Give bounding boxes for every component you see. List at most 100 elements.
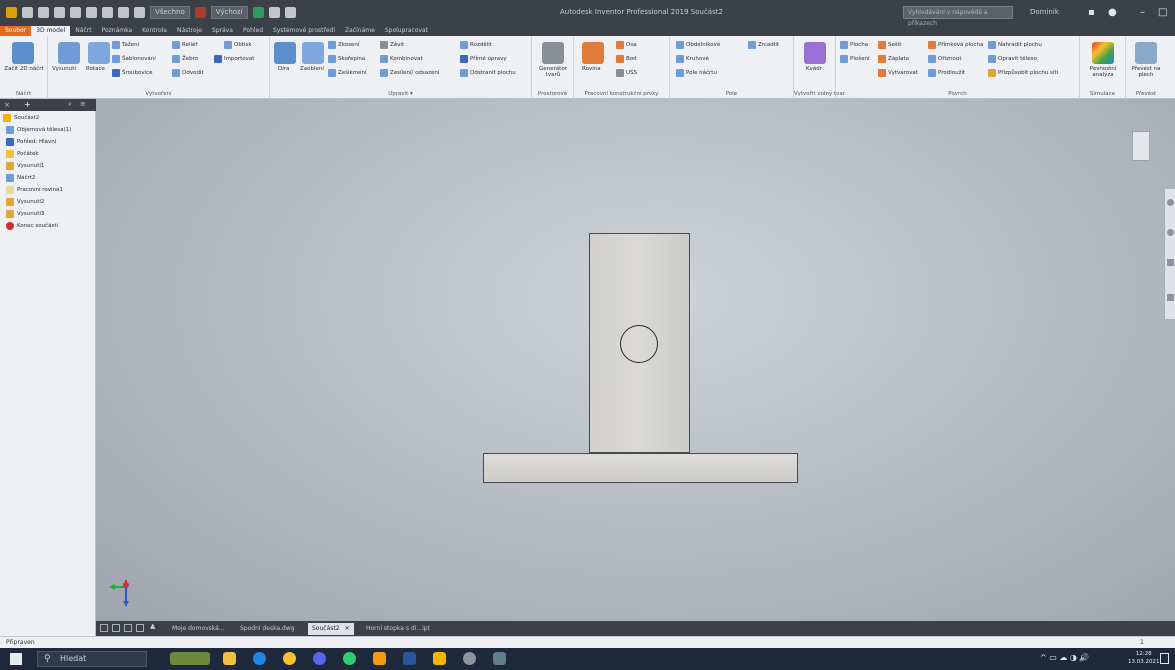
stitch-button[interactable]: Sešít	[878, 41, 901, 49]
help-search-input[interactable]: Vyhledávání v nápovědě a příkazech	[903, 6, 1013, 27]
start-sketch-label[interactable]: Začít 2D náčrt	[2, 66, 46, 72]
revolve-icon[interactable]	[88, 42, 110, 64]
workspace-dropdown[interactable]: Všechno	[150, 6, 190, 19]
trim-button[interactable]: Ořiznout	[928, 55, 962, 63]
shell-button[interactable]: Skořepina	[328, 55, 365, 63]
measure-icon[interactable]	[134, 7, 145, 18]
doc-tab-part2[interactable]: Součást2 ✕	[308, 623, 354, 635]
sketch-pattern-button[interactable]: Pole náčrtu	[676, 69, 717, 77]
freeform-box-label[interactable]: Kvádr	[806, 66, 822, 72]
start-sketch-icon[interactable]	[12, 42, 34, 64]
tree-item-origin[interactable]: Počátek	[6, 150, 39, 158]
stress-analysis-icon[interactable]	[1092, 42, 1114, 64]
help-icon[interactable]: ●	[1108, 7, 1117, 18]
axis-button[interactable]: Osa	[616, 41, 637, 49]
notifications-icon[interactable]	[1160, 653, 1169, 664]
part-base-plate[interactable]	[483, 453, 798, 483]
appearance-dropdown[interactable]: Výchozí	[210, 6, 248, 19]
close-browser-icon[interactable]: ×	[4, 101, 10, 109]
doc-tab-top-stem[interactable]: Horní stopka s dí...ipt	[362, 623, 434, 635]
tab-annotate[interactable]: Poznámka	[97, 26, 138, 36]
tab-manage[interactable]: Správa	[207, 26, 238, 36]
cart-icon[interactable]: ▪	[1088, 7, 1095, 18]
tile-horizontal-icon[interactable]	[100, 624, 108, 632]
extrude-label[interactable]: Vysunutí	[52, 66, 76, 72]
flatten-button[interactable]: Plošení	[840, 55, 869, 63]
save-icon[interactable]	[54, 7, 65, 18]
menu-icon[interactable]: ≡	[80, 100, 86, 108]
tree-item-extrusion3[interactable]: Vysunutí3	[6, 210, 44, 218]
select-icon[interactable]	[118, 7, 129, 18]
discord-icon[interactable]	[313, 652, 326, 665]
search-icon[interactable]: ⌕	[68, 100, 72, 109]
arrange-icon[interactable]	[136, 624, 144, 632]
doc-tab-home[interactable]: Moje domovská...	[168, 623, 229, 635]
rectangular-pattern-button[interactable]: Obdélníkové	[676, 41, 720, 49]
mirror-button[interactable]: Zrcadlit	[748, 41, 779, 49]
extrude-icon[interactable]	[58, 42, 80, 64]
inventor-icon[interactable]	[433, 652, 446, 665]
tab-inspect[interactable]: Kontrola	[137, 26, 172, 36]
viewcube[interactable]	[1132, 131, 1150, 161]
cascade-icon[interactable]	[124, 624, 132, 632]
patch-button[interactable]: Záplata	[878, 55, 909, 63]
draft-button[interactable]: Zešikmení	[328, 69, 367, 77]
emboss-button[interactable]: Reliéf	[172, 41, 197, 49]
minimize-icon[interactable]: –	[1140, 7, 1145, 18]
new-file-icon[interactable]	[22, 7, 33, 18]
tree-item-extrusion2[interactable]: Vysunutí2	[6, 198, 44, 206]
tree-item-work-plane1[interactable]: Pracovní rovina1	[6, 186, 63, 194]
tree-item-end-of-part[interactable]: Konec součásti	[6, 222, 58, 230]
patch-surface-button[interactable]: Plocha	[840, 41, 868, 49]
point-button[interactable]: Bod	[616, 55, 637, 63]
system-clock[interactable]: 12:28 13.03.2021	[1128, 650, 1160, 666]
sweep-button[interactable]: Tažení	[112, 41, 139, 49]
thicken-button[interactable]: Zesílení/ odsazení	[380, 69, 439, 77]
taskbar-search-input[interactable]: ⚲ Hledat	[37, 651, 147, 667]
3d-viewport[interactable]	[96, 99, 1175, 621]
derive-button[interactable]: Odvodit	[172, 69, 204, 77]
tree-item-extrusion1[interactable]: Vysunutí1	[6, 162, 44, 170]
doc-tab-bottom-plate[interactable]: Spodní deska.dwg	[236, 623, 299, 635]
app-icon[interactable]	[373, 652, 386, 665]
user-account[interactable]: Dominik	[1030, 8, 1059, 16]
direct-edit-button[interactable]: Přímé úpravy	[460, 55, 507, 63]
convert-to-sheet-metal-label[interactable]: Převést na plech	[1127, 66, 1165, 78]
open-file-icon[interactable]	[38, 7, 49, 18]
stress-analysis-label[interactable]: Pevnostní analýza	[1082, 66, 1124, 78]
orbit-icon[interactable]	[1167, 294, 1174, 301]
plane-icon[interactable]	[582, 42, 604, 64]
spotify-icon[interactable]	[343, 652, 356, 665]
tree-root-part[interactable]: Součást2	[3, 114, 39, 122]
pan-icon[interactable]	[1167, 229, 1174, 236]
undo-icon[interactable]	[70, 7, 81, 18]
fillet-icon[interactable]	[302, 42, 324, 64]
tab-file[interactable]: Soubor	[0, 26, 32, 36]
tray-icons[interactable]: ^ ▭ ☁ ◑ 🔊	[1040, 653, 1089, 662]
part-hole[interactable]	[620, 325, 658, 363]
app-icon-2[interactable]	[493, 652, 506, 665]
fillet-label[interactable]: Zaoblení	[300, 66, 324, 72]
sculpt-button[interactable]: Vytvarovat	[878, 69, 918, 77]
tab-sketch[interactable]: Náčrt	[70, 26, 96, 36]
tree-item-sketch2[interactable]: Náčrt2	[6, 174, 35, 182]
revolve-label[interactable]: Rotace	[86, 66, 105, 72]
tab-environments[interactable]: Systémové prostředí	[268, 26, 340, 36]
full-navigation-wheel-icon[interactable]	[1167, 199, 1174, 206]
replace-face-button[interactable]: Nahradit plochu	[988, 41, 1042, 49]
fit-mesh-face-button[interactable]: Přizpůsobit plochu síti	[988, 69, 1058, 77]
chamfer-button[interactable]: Zkosení	[328, 41, 359, 49]
shape-generator-label[interactable]: Generátor tvarů	[534, 66, 572, 78]
rib-button[interactable]: Žebro	[172, 55, 198, 63]
chrome-icon[interactable]	[283, 652, 296, 665]
home-icon[interactable]	[102, 7, 113, 18]
ucs-button[interactable]: USS	[616, 69, 637, 77]
material-icon[interactable]	[194, 7, 206, 18]
tree-item-view[interactable]: Pohled: Hlavní	[6, 138, 56, 146]
tab-collaborate[interactable]: Spolupracovat	[380, 26, 433, 36]
document-list-icon[interactable]: ▲	[150, 622, 155, 630]
import-button[interactable]: Importovat	[214, 55, 254, 63]
zoom-icon[interactable]	[1167, 259, 1174, 266]
plane-label[interactable]: Rovina	[582, 66, 601, 72]
tab-view[interactable]: Pohled	[238, 26, 268, 36]
